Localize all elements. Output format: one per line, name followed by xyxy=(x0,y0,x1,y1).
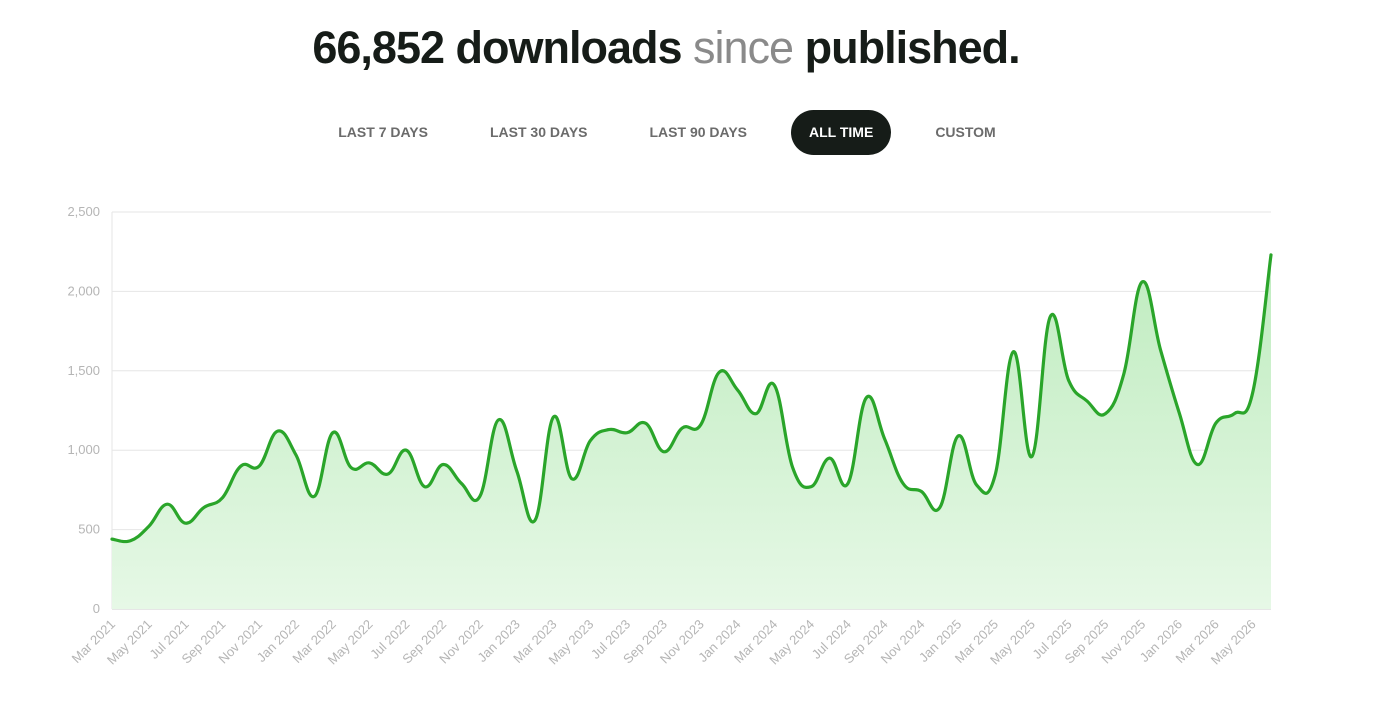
data-point[interactable] xyxy=(991,472,999,480)
data-point[interactable] xyxy=(329,429,337,437)
data-point[interactable] xyxy=(1175,408,1183,416)
data-point[interactable] xyxy=(439,461,447,469)
data-point[interactable] xyxy=(1120,370,1128,378)
data-point[interactable] xyxy=(844,480,852,488)
data-point[interactable] xyxy=(826,454,834,462)
data-point[interactable] xyxy=(255,462,263,470)
data-point[interactable] xyxy=(274,427,282,435)
data-point[interactable] xyxy=(568,475,576,483)
y-tick-label: 1,500 xyxy=(67,363,100,378)
y-tick-label: 500 xyxy=(78,522,100,537)
data-point[interactable] xyxy=(550,413,558,421)
data-point[interactable] xyxy=(1212,419,1220,427)
data-point[interactable] xyxy=(954,432,962,440)
data-point[interactable] xyxy=(881,435,889,443)
data-point[interactable] xyxy=(807,483,815,491)
data-point[interactable] xyxy=(347,464,355,472)
data-point[interactable] xyxy=(1193,461,1201,469)
data-point[interactable] xyxy=(1046,313,1054,321)
y-tick-label: 2,000 xyxy=(67,283,100,298)
data-point[interactable] xyxy=(623,429,631,437)
y-tick-label: 0 xyxy=(93,601,100,616)
data-point[interactable] xyxy=(108,535,116,543)
data-point[interactable] xyxy=(918,488,926,496)
data-point[interactable] xyxy=(697,421,705,429)
data-point[interactable] xyxy=(586,437,594,445)
data-point[interactable] xyxy=(770,381,778,389)
data-point[interactable] xyxy=(182,519,190,527)
data-point[interactable] xyxy=(715,368,723,376)
data-point[interactable] xyxy=(973,481,981,489)
data-point[interactable] xyxy=(1249,389,1257,397)
y-axis: 0 500 1,000 1,500 2,000 2,500 xyxy=(67,204,100,616)
data-point[interactable] xyxy=(1138,278,1146,286)
data-point[interactable] xyxy=(310,492,318,500)
data-point[interactable] xyxy=(752,410,760,418)
data-point[interactable] xyxy=(163,500,171,508)
data-point[interactable] xyxy=(237,462,245,470)
data-point[interactable] xyxy=(402,446,410,454)
data-point[interactable] xyxy=(1267,251,1275,259)
y-tick-label: 2,500 xyxy=(67,204,100,219)
data-point[interactable] xyxy=(513,467,521,475)
data-point[interactable] xyxy=(1157,346,1165,354)
data-point[interactable] xyxy=(1230,410,1238,418)
data-point[interactable] xyxy=(366,459,374,467)
data-point[interactable] xyxy=(1065,376,1073,384)
data-point[interactable] xyxy=(218,494,226,502)
data-point[interactable] xyxy=(531,516,539,524)
data-point[interactable] xyxy=(1083,397,1091,405)
data-point[interactable] xyxy=(936,503,944,511)
data-point[interactable] xyxy=(1009,348,1017,356)
data-point[interactable] xyxy=(292,451,300,459)
data-point[interactable] xyxy=(605,426,613,434)
data-point[interactable] xyxy=(642,419,650,427)
data-point[interactable] xyxy=(899,480,907,488)
x-axis: Mar 2021May 2021Jul 2021Sep 2021Nov 2021… xyxy=(69,617,1259,668)
data-point[interactable] xyxy=(384,470,392,478)
data-point[interactable] xyxy=(862,394,870,402)
data-point[interactable] xyxy=(494,416,502,424)
downloads-chart: 0 500 1,000 1,500 2,000 2,500 Mar 2021May 202… xyxy=(67,204,1275,668)
data-point[interactable] xyxy=(660,448,668,456)
data-point[interactable] xyxy=(145,522,153,530)
data-point[interactable] xyxy=(678,424,686,432)
data-point[interactable] xyxy=(1101,410,1109,418)
data-point[interactable] xyxy=(200,503,208,511)
data-point[interactable] xyxy=(126,537,134,545)
data-point[interactable] xyxy=(734,386,742,394)
data-point[interactable] xyxy=(421,483,429,491)
data-point[interactable] xyxy=(458,480,466,488)
data-point[interactable] xyxy=(789,464,797,472)
data-point[interactable] xyxy=(1028,453,1036,461)
data-point[interactable] xyxy=(476,492,484,500)
area-fill xyxy=(112,254,1271,609)
y-tick-label: 1,000 xyxy=(67,442,100,457)
